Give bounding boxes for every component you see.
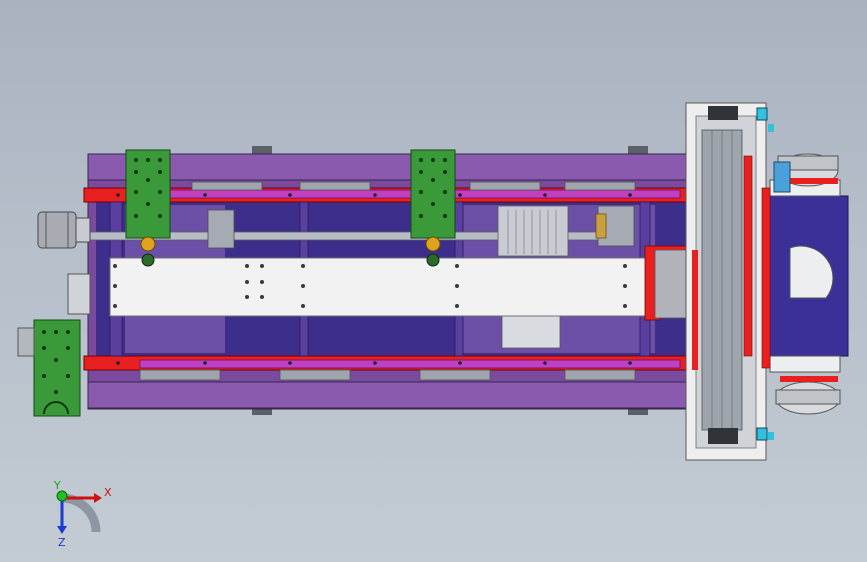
bottom-purple-band xyxy=(87,381,689,409)
y-axis-label: Y xyxy=(53,479,61,492)
right-end-module[interactable] xyxy=(685,102,774,461)
cad-viewport[interactable]: X Y Z xyxy=(0,0,867,562)
left-cylinder[interactable] xyxy=(37,211,91,249)
left-gripper-assembly[interactable] xyxy=(17,273,91,417)
white-transfer-plate xyxy=(109,257,661,317)
x-axis-arrowhead xyxy=(94,493,102,503)
triad-arc xyxy=(61,493,101,533)
machine-assembly[interactable] xyxy=(83,146,696,415)
z-axis-label: Z xyxy=(58,536,66,549)
z-axis-arrowhead xyxy=(57,526,67,534)
motor-body xyxy=(501,315,561,349)
shaft-bearing xyxy=(207,209,235,249)
coordinate-triad: X Y Z xyxy=(53,479,112,549)
right-drive-block[interactable] xyxy=(761,179,849,373)
y-axis-origin xyxy=(56,490,68,502)
bottom-linear-guide xyxy=(139,359,681,369)
top-linear-guide xyxy=(139,189,681,199)
shaft-collar xyxy=(595,213,607,239)
lower-pulley[interactable] xyxy=(775,376,841,415)
top-purple-band xyxy=(87,153,689,181)
motor-housing xyxy=(497,205,569,257)
x-axis-label: X xyxy=(104,486,112,499)
